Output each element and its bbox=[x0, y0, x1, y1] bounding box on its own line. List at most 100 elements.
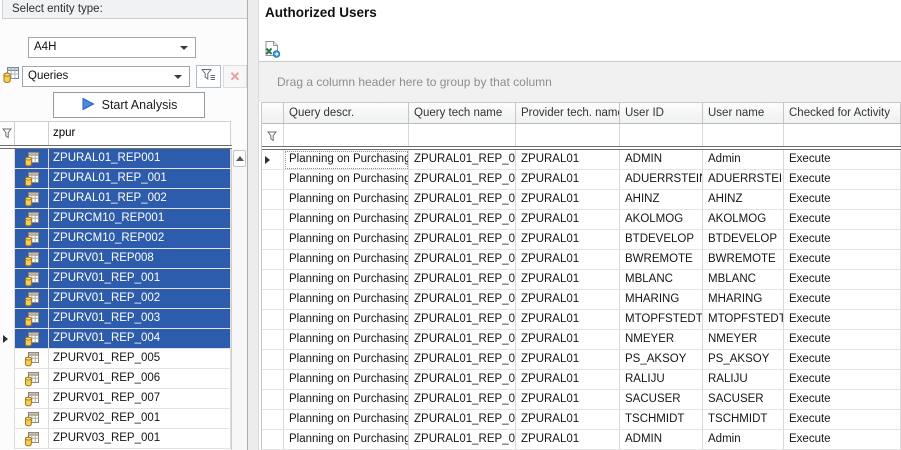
cell-provider-tech-name[interactable]: ZPURAL01 bbox=[516, 230, 620, 250]
cell-provider-tech-name[interactable]: ZPURAL01 bbox=[516, 170, 620, 190]
cell-user-name[interactable]: MBLANC bbox=[703, 270, 784, 290]
cell-query-tech-name[interactable]: ZPURAL01_REP_001 bbox=[409, 150, 516, 170]
cell-provider-tech-name[interactable]: ZPURAL01 bbox=[516, 330, 620, 350]
col-header-query-tech-name[interactable]: Query tech name bbox=[409, 102, 516, 124]
cell-checked-for-activity[interactable]: Execute bbox=[784, 230, 901, 250]
table-row[interactable]: Planning on Purchasing ZPURAL01_REP_001 … bbox=[262, 270, 901, 290]
cell-user-id[interactable]: ADMIN bbox=[620, 150, 703, 170]
clear-filter-button[interactable]: ✕ bbox=[223, 65, 247, 88]
cell-query-descr[interactable]: Planning on Purchasing bbox=[284, 310, 409, 330]
filter-checked-for-activity-input[interactable] bbox=[784, 124, 901, 146]
scroll-up-button[interactable] bbox=[233, 150, 246, 167]
cell-user-id[interactable]: AKOLMOG bbox=[620, 210, 703, 230]
cell-provider-tech-name[interactable]: ZPURAL01 bbox=[516, 430, 620, 450]
cell-user-id[interactable]: AHINZ bbox=[620, 190, 703, 210]
icon-column-filter[interactable] bbox=[14, 122, 48, 145]
cell-provider-tech-name[interactable]: ZPURAL01 bbox=[516, 410, 620, 430]
query-list-item[interactable]: ZPURV01_REP_007 bbox=[0, 389, 231, 409]
cell-user-name[interactable]: Admin bbox=[703, 150, 784, 170]
cell-user-id[interactable]: RALIJU bbox=[620, 370, 703, 390]
cell-checked-for-activity[interactable]: Execute bbox=[784, 170, 901, 190]
query-list-item[interactable]: ZPURV01_REP_006 bbox=[0, 369, 231, 389]
cell-user-name[interactable]: ADUERRSTEIN bbox=[703, 170, 784, 190]
cell-query-descr[interactable]: Planning on Purchasing bbox=[284, 350, 409, 370]
cell-provider-tech-name[interactable]: ZPURAL01 bbox=[516, 370, 620, 390]
cell-query-tech-name[interactable]: ZPURAL01_REP_001 bbox=[409, 350, 516, 370]
panel-splitter[interactable] bbox=[247, 0, 259, 450]
table-row[interactable]: Planning on Purchasing ZPURAL01_REP_002 … bbox=[262, 430, 901, 450]
table-row[interactable]: Planning on Purchasing ZPURAL01_REP_001 … bbox=[262, 330, 901, 350]
cell-user-name[interactable]: AHINZ bbox=[703, 190, 784, 210]
cell-provider-tech-name[interactable]: ZPURAL01 bbox=[516, 350, 620, 370]
filter-query-descr-input[interactable] bbox=[284, 124, 409, 146]
cell-user-id[interactable]: SACUSER bbox=[620, 390, 703, 410]
export-to-excel-icon[interactable] bbox=[263, 40, 281, 58]
query-list-item[interactable]: ZPURCM10_REP001 bbox=[0, 209, 231, 229]
cell-query-descr[interactable]: Planning on Purchasing bbox=[284, 170, 409, 190]
table-row[interactable]: Planning on Purchasing ZPURAL01_REP_001 … bbox=[262, 230, 901, 250]
cell-query-descr[interactable]: Planning on Purchasing bbox=[284, 430, 409, 450]
query-list-item[interactable]: ZPURV01_REP_005 bbox=[0, 349, 231, 369]
table-row[interactable]: Planning on Purchasing ZPURAL01_REP_001 … bbox=[262, 410, 901, 430]
start-analysis-button[interactable]: Start Analysis bbox=[53, 92, 205, 118]
cell-user-name[interactable]: MTOPFSTEDT bbox=[703, 310, 784, 330]
cell-query-tech-name[interactable]: ZPURAL01_REP_001 bbox=[409, 170, 516, 190]
query-list-item[interactable]: ZPURV01_REP_004 bbox=[0, 329, 231, 349]
cell-provider-tech-name[interactable]: ZPURAL01 bbox=[516, 250, 620, 270]
table-row[interactable]: Planning on Purchasing ZPURAL01_REP_001 … bbox=[262, 310, 901, 330]
cell-provider-tech-name[interactable]: ZPURAL01 bbox=[516, 390, 620, 410]
cell-query-descr[interactable]: Planning on Purchasing bbox=[284, 270, 409, 290]
table-row[interactable]: Planning on Purchasing ZPURAL01_REP_001 … bbox=[262, 210, 901, 230]
query-list-scrollbar[interactable] bbox=[231, 149, 247, 450]
cell-checked-for-activity[interactable]: Execute bbox=[784, 250, 901, 270]
table-row[interactable]: Planning on Purchasing ZPURAL01_REP_001 … bbox=[262, 150, 901, 170]
cell-checked-for-activity[interactable]: Execute bbox=[784, 330, 901, 350]
cell-provider-tech-name[interactable]: ZPURAL01 bbox=[516, 190, 620, 210]
query-name-filter-input[interactable]: zpur bbox=[48, 122, 231, 145]
cell-query-descr[interactable]: Planning on Purchasing bbox=[284, 190, 409, 210]
cell-query-tech-name[interactable]: ZPURAL01_REP_001 bbox=[409, 290, 516, 310]
filter-query-tech-name-input[interactable] bbox=[409, 124, 516, 146]
col-header-provider-tech-name[interactable]: Provider tech. name bbox=[516, 102, 620, 124]
cell-query-tech-name[interactable]: ZPURAL01_REP_001 bbox=[409, 330, 516, 350]
query-list-item[interactable]: ZPURAL01_REP_001 bbox=[0, 169, 231, 189]
filter-settings-button[interactable] bbox=[196, 65, 221, 88]
query-list-item[interactable]: ZPURAL01_REP001 bbox=[0, 149, 231, 169]
table-row[interactable]: Planning on Purchasing ZPURAL01_REP_001 … bbox=[262, 250, 901, 270]
cell-provider-tech-name[interactable]: ZPURAL01 bbox=[516, 290, 620, 310]
cell-checked-for-activity[interactable]: Execute bbox=[784, 210, 901, 230]
cell-query-descr[interactable]: Planning on Purchasing bbox=[284, 150, 409, 170]
cell-query-descr[interactable]: Planning on Purchasing bbox=[284, 390, 409, 410]
query-list-item[interactable]: ZPURV01_REP_002 bbox=[0, 289, 231, 309]
filter-user-name-input[interactable] bbox=[703, 124, 784, 146]
cell-user-name[interactable]: SACUSER bbox=[703, 390, 784, 410]
filter-provider-tech-name-input[interactable] bbox=[516, 124, 620, 146]
cell-user-name[interactable]: MHARING bbox=[703, 290, 784, 310]
cell-query-descr[interactable]: Planning on Purchasing bbox=[284, 230, 409, 250]
cell-checked-for-activity[interactable]: Execute bbox=[784, 390, 901, 410]
cell-checked-for-activity[interactable]: Execute bbox=[784, 350, 901, 370]
cell-user-id[interactable]: BTDEVELOP bbox=[620, 230, 703, 250]
cell-query-descr[interactable]: Planning on Purchasing bbox=[284, 210, 409, 230]
query-list-item[interactable]: ZPURV03_REP_001 bbox=[0, 429, 231, 449]
cell-query-descr[interactable]: Planning on Purchasing bbox=[284, 250, 409, 270]
table-row[interactable]: Planning on Purchasing ZPURAL01_REP_001 … bbox=[262, 190, 901, 210]
cell-user-name[interactable]: BWREMOTE bbox=[703, 250, 784, 270]
query-list-item[interactable]: ZPURV01_REP_003 bbox=[0, 309, 231, 329]
cell-query-tech-name[interactable]: ZPURAL01_REP_001 bbox=[409, 370, 516, 390]
cell-user-id[interactable]: MTOPFSTEDT bbox=[620, 310, 703, 330]
cell-provider-tech-name[interactable]: ZPURAL01 bbox=[516, 210, 620, 230]
cell-checked-for-activity[interactable]: Execute bbox=[784, 270, 901, 290]
entity-type-dropdown[interactable]: A4H bbox=[28, 37, 196, 58]
cell-user-name[interactable]: TSCHMIDT bbox=[703, 410, 784, 430]
cell-query-tech-name[interactable]: ZPURAL01_REP_001 bbox=[409, 410, 516, 430]
cell-user-name[interactable]: BTDEVELOP bbox=[703, 230, 784, 250]
cell-query-tech-name[interactable]: ZPURAL01_REP_001 bbox=[409, 270, 516, 290]
cell-user-id[interactable]: PS_AKSOY bbox=[620, 350, 703, 370]
cell-checked-for-activity[interactable]: Execute bbox=[784, 430, 901, 450]
cell-query-tech-name[interactable]: ZPURAL01_REP_001 bbox=[409, 250, 516, 270]
table-row[interactable]: Planning on Purchasing ZPURAL01_REP_001 … bbox=[262, 370, 901, 390]
cell-query-descr[interactable]: Planning on Purchasing bbox=[284, 330, 409, 350]
query-list-item[interactable]: ZPURV02_REP_001 bbox=[0, 409, 231, 429]
cell-query-tech-name[interactable]: ZPURAL01_REP_001 bbox=[409, 210, 516, 230]
